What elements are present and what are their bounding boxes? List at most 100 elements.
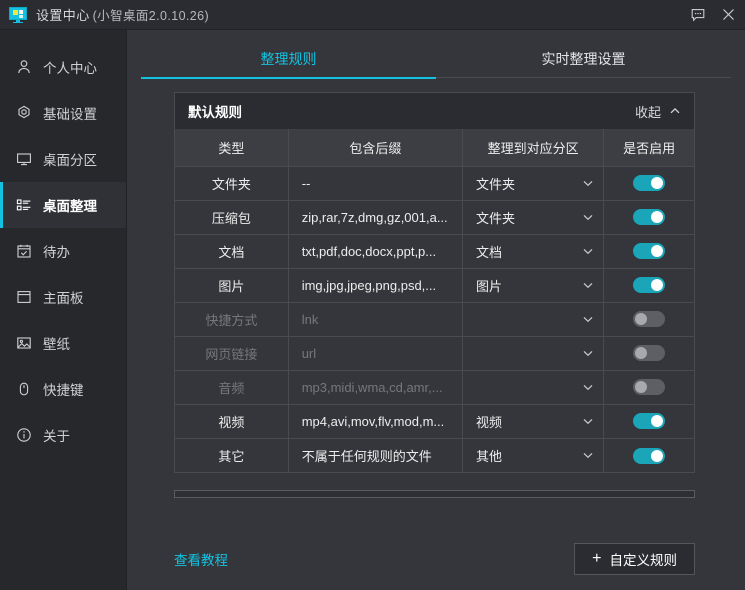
zone-select[interactable]: 图片	[476, 276, 594, 295]
sidebar-item-desktop-zones[interactable]: 桌面分区	[0, 136, 126, 182]
sidebar-item-about[interactable]: 关于	[0, 412, 126, 458]
zone-value: 图片	[476, 276, 502, 295]
table-row: 音频 mp3,midi,wma,cd,amr,...	[175, 370, 694, 404]
cell-suffix: lnk	[288, 302, 462, 336]
zone-select[interactable]: 文件夹	[476, 174, 594, 193]
horizontal-scrollbar-wrap	[174, 490, 695, 498]
sidebar-item-wallpaper[interactable]: 壁纸	[0, 320, 126, 366]
cell-suffix: url	[288, 336, 462, 370]
tab-tidy-rules[interactable]: 整理规则	[141, 49, 436, 78]
title-bar: 设置中心(小智桌面2.0.10.26)	[0, 0, 745, 30]
rules-pane: 默认规则 收起	[127, 78, 745, 534]
cell-suffix: img,jpg,jpeg,png,psd,...	[288, 268, 462, 302]
window-version: (小智桌面2.0.10.26)	[93, 9, 209, 23]
zone-select[interactable]	[476, 313, 594, 325]
panel-icon	[15, 288, 33, 306]
zone-value: 文件夹	[476, 174, 515, 193]
enable-toggle[interactable]	[633, 209, 665, 225]
chevron-down-icon	[582, 381, 594, 393]
cell-enabled	[604, 370, 694, 404]
zone-select[interactable]	[476, 381, 594, 393]
cell-suffix: 不属于任何规则的文件	[288, 438, 462, 472]
chevron-down-icon	[582, 347, 594, 359]
collapse-button[interactable]: 收起	[635, 102, 681, 121]
enable-toggle[interactable]	[633, 345, 665, 361]
tab-bar: 整理规则 实时整理设置	[127, 30, 745, 78]
cell-zone	[463, 370, 604, 404]
zone-value: 文档	[476, 242, 502, 261]
chevron-down-icon	[582, 415, 594, 427]
enable-toggle[interactable]	[633, 448, 665, 464]
sidebar-item-desktop-tidy[interactable]: 桌面整理	[0, 182, 126, 228]
rules-table-body: 文件夹 -- 文件夹	[175, 166, 694, 472]
custom-rule-button[interactable]: + 自定义规则	[574, 543, 695, 575]
zone-select[interactable]: 文件夹	[476, 208, 594, 227]
cell-zone	[463, 336, 604, 370]
sidebar-item-main-panel[interactable]: 主面板	[0, 274, 126, 320]
zone-value: 文件夹	[476, 208, 515, 227]
enable-toggle[interactable]	[633, 243, 665, 259]
view-tutorial-link[interactable]: 查看教程	[174, 549, 228, 569]
zone-select[interactable]	[476, 347, 594, 359]
sidebar-item-label: 个人中心	[43, 57, 97, 77]
column-header-type: 类型	[175, 129, 288, 166]
rules-footer: 查看教程 + 自定义规则	[127, 534, 745, 590]
cell-zone: 图片	[463, 268, 604, 302]
cell-type: 文档	[175, 234, 288, 268]
mouse-icon	[15, 380, 33, 398]
sidebar-item-basic-settings[interactable]: 基础设置	[0, 90, 126, 136]
tab-label: 整理规则	[261, 51, 317, 67]
cell-type: 视频	[175, 404, 288, 438]
default-rules-header: 默认规则 收起	[175, 93, 694, 129]
tab-realtime-tidy-settings[interactable]: 实时整理设置	[436, 49, 731, 78]
gear-icon	[15, 104, 33, 122]
custom-rule-label: 自定义规则	[610, 549, 678, 569]
table-row: 图片 img,jpg,jpeg,png,psd,... 图片	[175, 268, 694, 302]
image-icon	[15, 334, 33, 352]
main-content: 整理规则 实时整理设置 默认规则 收起	[127, 30, 745, 590]
zone-select[interactable]: 视频	[476, 412, 594, 431]
cell-suffix: --	[288, 166, 462, 200]
cell-zone	[463, 302, 604, 336]
enable-toggle[interactable]	[633, 311, 665, 327]
table-row: 文档 txt,pdf,doc,docx,ppt,p... 文档	[175, 234, 694, 268]
chevron-down-icon	[582, 177, 594, 189]
cell-type: 网页链接	[175, 336, 288, 370]
calendar-check-icon	[15, 242, 33, 260]
sidebar-item-label: 基础设置	[43, 103, 97, 123]
sidebar-item-personal-center[interactable]: 个人中心	[0, 44, 126, 90]
window-body: 个人中心 基础设置 桌面分区	[0, 30, 745, 590]
feedback-icon[interactable]	[683, 0, 713, 29]
sidebar-item-label: 待办	[43, 241, 70, 261]
cell-enabled	[604, 302, 694, 336]
cell-enabled	[604, 234, 694, 268]
zone-select[interactable]: 其他	[476, 446, 594, 465]
horizontal-scrollbar[interactable]	[174, 490, 695, 498]
cell-suffix: zip,rar,7z,dmg,gz,001,a...	[288, 200, 462, 234]
enable-toggle[interactable]	[633, 175, 665, 191]
enable-toggle[interactable]	[633, 413, 665, 429]
sidebar-item-label: 快捷键	[43, 379, 84, 399]
window-title-text: 设置中心	[36, 8, 90, 23]
column-header-enabled: 是否启用	[604, 129, 694, 166]
chevron-down-icon	[582, 279, 594, 291]
tab-label: 实时整理设置	[542, 51, 626, 67]
close-icon[interactable]	[713, 0, 743, 29]
table-row: 网页链接 url	[175, 336, 694, 370]
sidebar-item-label: 主面板	[43, 287, 84, 307]
table-row: 文件夹 -- 文件夹	[175, 166, 694, 200]
cell-type: 文件夹	[175, 166, 288, 200]
zone-select[interactable]: 文档	[476, 242, 594, 261]
monitor-icon	[9, 6, 27, 24]
zone-value: 视频	[476, 412, 502, 431]
chevron-down-icon	[582, 313, 594, 325]
sidebar-item-label: 壁纸	[43, 333, 70, 353]
enable-toggle[interactable]	[633, 379, 665, 395]
cell-type: 压缩包	[175, 200, 288, 234]
cell-zone: 其他	[463, 438, 604, 472]
enable-toggle[interactable]	[633, 277, 665, 293]
cell-enabled	[604, 268, 694, 302]
sidebar-item-todo[interactable]: 待办	[0, 228, 126, 274]
window-title: 设置中心(小智桌面2.0.10.26)	[36, 5, 209, 24]
sidebar-item-shortcuts[interactable]: 快捷键	[0, 366, 126, 412]
